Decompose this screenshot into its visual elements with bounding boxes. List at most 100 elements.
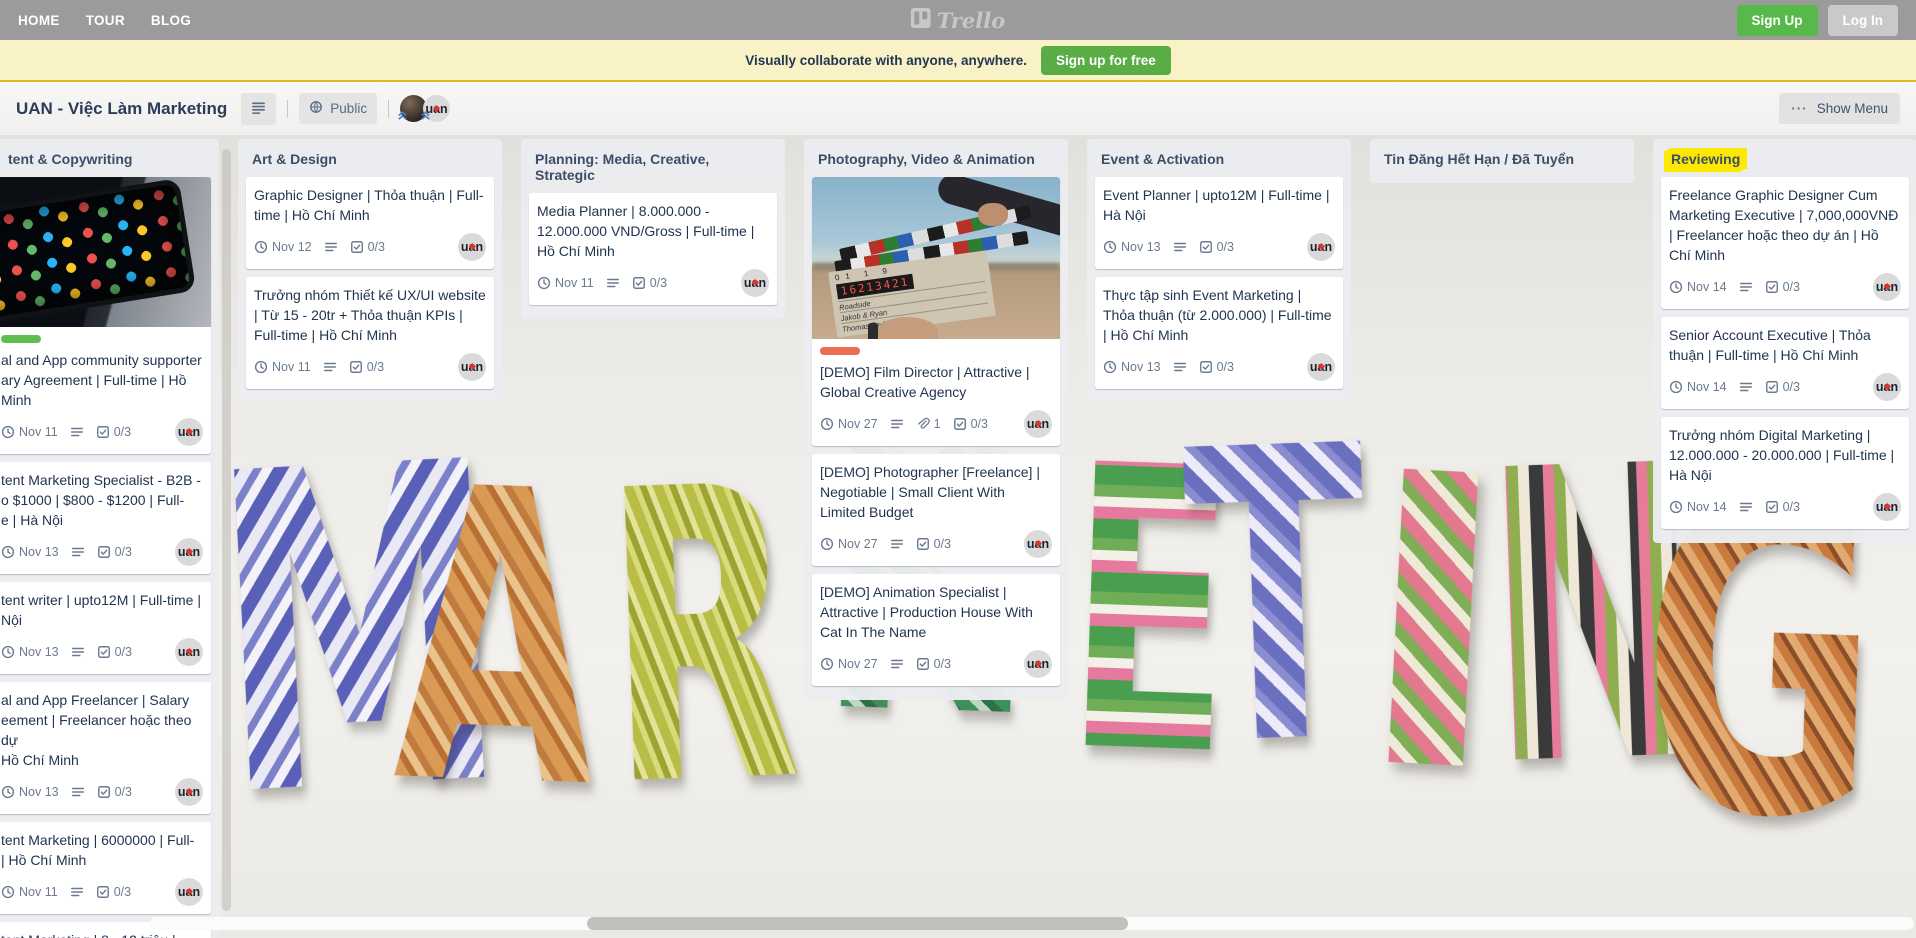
avatar-letter: u [1309,360,1318,374]
avatar-letter: n [1324,240,1333,254]
card[interactable]: Trưởng nhóm Thiết kế UX/UI website | Từ … [246,277,494,389]
phone-screen [0,183,191,327]
card-title: Senior Account Executive | Thỏa thuận | … [1669,327,1871,363]
visibility-badge[interactable]: Public [299,93,378,124]
list: Event & Activation Event Planner | upto12… [1087,139,1351,403]
card-badges: Nov 12 0/3 u a n [254,233,486,261]
avatar-letter: a [185,425,193,439]
card[interactable]: Graphic Designer | Thỏa thuận | Full-tim… [246,177,494,269]
ellipsis-icon: ··· [1791,101,1808,116]
avatar-letter: a [1034,417,1042,431]
checklist-count: 0/3 [114,785,132,799]
log-in-button[interactable]: Log In [1827,4,1898,36]
admin-chevron-icon [420,108,431,126]
card-member-avatar[interactable]: uan [1024,650,1052,678]
card-member-avatar[interactable]: uan [1024,530,1052,558]
sign-up-for-free-button[interactable]: Sign up for free [1041,45,1171,75]
card[interactable]: al and App Freelancer | Salary eement | … [0,682,211,814]
list-title[interactable]: Planning: Media, Creative, Strategic [529,145,777,193]
nav-link-blog[interactable]: BLOG [151,13,191,28]
list-title[interactable]: Reviewing [1661,145,1909,177]
card[interactable]: tent writer | upto12M | Full-time | Nội N… [0,582,211,674]
card[interactable]: Freelance Graphic Designer Cum Marketing… [1661,177,1909,309]
list-title-text: Event & Activation [1101,151,1225,167]
avatar-letter: u [460,360,469,374]
show-menu-button[interactable]: ··· Show Menu [1779,93,1900,124]
card-title: tent Marketing Specialist - B2B - o $100… [1,472,201,528]
card-title: Trưởng nhóm Digital Marketing | 12.000.0… [1669,427,1895,483]
card-member-avatar[interactable]: uan [1873,373,1901,401]
due-date-text: Nov 14 [1687,380,1727,394]
promo-banner: Visually collaborate with anyone, anywhe… [0,40,1916,82]
avatar-letter: n [475,240,484,254]
member-avatar-uan[interactable]: uan [421,95,451,122]
admin-chevron-icon [397,108,408,126]
card[interactable]: [DEMO] Photographer [Freelance] | Negoti… [812,454,1060,566]
card-member-avatar[interactable]: uan [175,538,203,566]
card-member-avatar[interactable]: uan [175,778,203,806]
checklist-count: 0/3 [113,425,132,439]
checklist-count: 0/3 [1782,500,1800,514]
card-member-avatar[interactable]: uan [175,418,203,446]
card-title: tent writer | upto12M | Full-time | Nội [1,592,201,628]
card-member-avatar[interactable]: uan [1024,410,1052,438]
avatar-letter: u [1309,240,1318,254]
card-member-avatar[interactable]: uan [458,233,486,261]
card-member-avatar[interactable]: uan [1873,273,1901,301]
list-title[interactable]: Tin Đăng Hết Hạn / Đã Tuyển [1378,145,1626,177]
card-member-avatar[interactable]: uan [1307,353,1335,381]
due-date-badge: Nov 27 [820,657,878,671]
due-date-text: Nov 13 [1121,360,1161,374]
avatar-letter: n [1890,380,1899,394]
avatar-letter: a [1883,380,1891,394]
checklist-count: 0/3 [970,417,988,431]
due-date-text: Nov 13 [1121,240,1161,254]
checklist-count: 0/3 [1216,240,1234,254]
board-menu-button[interactable] [241,92,277,125]
description-icon [606,276,620,290]
card-member-avatar[interactable]: uan [458,353,486,381]
board-members: uan [398,95,451,122]
card[interactable]: Senior Account Executive | Thỏa thuận | … [1661,317,1909,409]
avatar-letter: n [192,425,201,439]
checklist-count: 0/3 [1782,280,1800,294]
card[interactable]: Thực tập sinh Event Marketing | Thỏa thu… [1095,277,1343,389]
nav-link-home[interactable]: HOME [18,13,60,28]
due-date-badge: Nov 13 [1103,240,1161,254]
attachment-count: 1 [933,417,941,431]
card-title: [DEMO] Photographer [Freelance] | Negoti… [820,464,1040,520]
avatar-letter: a [1883,280,1891,294]
list-title[interactable]: Event & Activation [1095,145,1343,177]
show-menu-label: Show Menu [1816,101,1888,116]
list-vertical-scrollbar[interactable] [222,149,231,911]
card[interactable]: Media Planner | 8.000.000 - 12.000.000 V… [529,193,777,305]
trello-brand[interactable]: Trello [910,0,1005,40]
sign-up-button[interactable]: Sign Up [1736,4,1818,36]
checklist-badge: 0/3 [632,276,667,290]
card-member-avatar[interactable]: uan [741,269,769,297]
horizontal-scrollbar-thumb[interactable] [587,917,1128,930]
card[interactable]: [DEMO] Animation Specialist | Attractive… [812,574,1060,686]
avatar-letter: a [185,785,193,799]
card[interactable]: tent Marketing Specialist - B2B - o $100… [0,462,211,574]
checklist-count: 0/3 [367,240,385,254]
list-title[interactable]: tent & Copywriting [0,145,211,177]
list-title[interactable]: Photography, Video & Animation [812,145,1060,177]
avatar-letter: u [177,545,186,559]
board-title[interactable]: UAN - Việc Làm Marketing [16,99,227,119]
card[interactable]: al and App community supporter ary Agree… [0,177,211,454]
list-title-text: Tin Đăng Hết Hạn / Đã Tuyển [1384,151,1575,167]
card-title: Freelance Graphic Designer Cum Marketing… [1669,187,1899,263]
card-member-avatar[interactable]: uan [1873,493,1901,521]
card[interactable]: Event Planner | upto12M | Full-time | Hà… [1095,177,1343,269]
description-icon [323,360,337,374]
nav-link-tour[interactable]: TOUR [86,13,125,28]
card-member-avatar[interactable]: uan [1307,233,1335,261]
hand-shape [978,203,1008,226]
card[interactable]: tent Marketing | 6000000 | Full- | Hồ Ch… [0,822,211,914]
list-title[interactable]: Art & Design [246,145,494,177]
card-member-avatar[interactable]: uan [175,638,203,666]
card-member-avatar[interactable]: uan [175,878,203,906]
card[interactable]: Trưởng nhóm Digital Marketing | 12.000.0… [1661,417,1909,529]
card[interactable]: 01 1 9 16213421 Roadside Jakob & Ryan Thomas… [812,177,1060,446]
